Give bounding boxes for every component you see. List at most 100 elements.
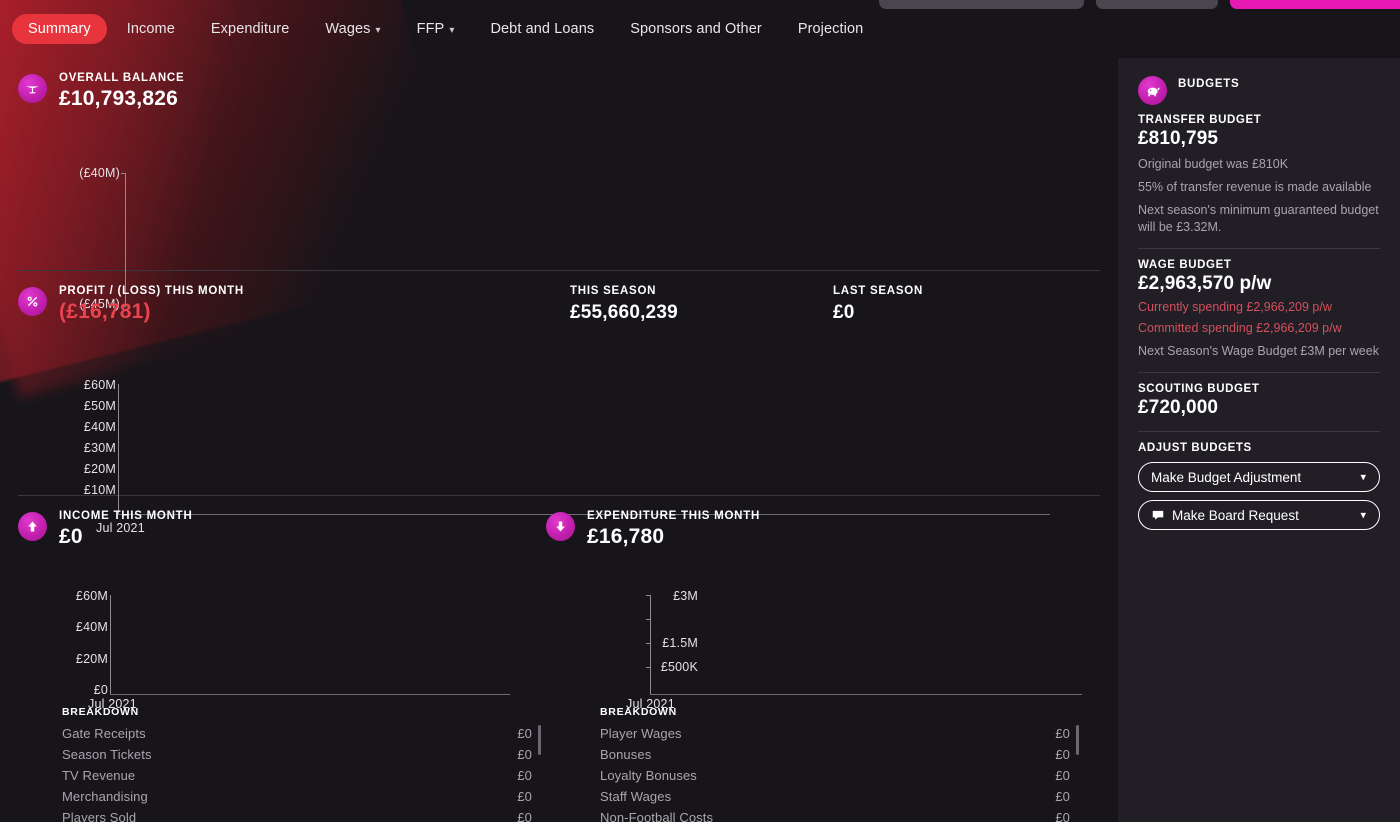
list-item[interactable]: Season Tickets £0 — [62, 744, 532, 765]
expenditure-row-value: £0 — [1055, 726, 1070, 741]
top-chip-1[interactable] — [879, 0, 1084, 9]
wage-budget-value: £2,963,570 p/w — [1138, 273, 1272, 294]
last-season-label: Last Season — [833, 285, 924, 297]
arrow-up-icon — [18, 512, 47, 541]
list-item[interactable]: Players Sold £0 — [62, 807, 532, 822]
adjust-budgets-block: Adjust Budgets Make Budget Adjustment ▾ … — [1138, 442, 1380, 530]
last-season-stat: Last Season £0 — [833, 285, 923, 324]
this-season-value: £55,660,239 — [570, 302, 678, 323]
make-budget-adjustment-dropdown[interactable]: Make Budget Adjustment ▾ — [1138, 462, 1380, 492]
exp-tick-1 — [646, 619, 650, 620]
top-chip-continue[interactable] — [1230, 0, 1400, 9]
expenditure-block: Expenditure This Month £16,780 £3M £1.5M… — [540, 510, 1082, 822]
income-row-name: TV Revenue — [62, 768, 136, 783]
tab-ffp-label: FFP — [416, 21, 445, 37]
budgets-title: Budgets — [1178, 78, 1240, 90]
list-item[interactable]: Merchandising £0 — [62, 786, 532, 807]
income-row-value: £0 — [517, 747, 532, 762]
expenditure-row-value: £0 — [1055, 789, 1070, 804]
expenditure-row-name: Bonuses — [600, 747, 652, 762]
expenditure-breakdown-scrollbar[interactable] — [1076, 725, 1079, 755]
balance-scales-icon — [18, 74, 47, 103]
tab-summary[interactable]: Summary — [12, 14, 107, 44]
finances-summary-screen: Summary Income Expenditure Wages ▾ FFP ▾… — [0, 0, 1400, 822]
income-chart: £60M £40M £20M £0 Jul 2021 — [0, 549, 540, 711]
inc-ytick-0: £60M — [75, 589, 108, 603]
list-item[interactable]: Non-Football Costs £0 — [600, 807, 1070, 822]
expenditure-row-value: £0 — [1055, 810, 1070, 822]
main-content: Overall Balance £10,793,826 (£40M) (£45M… — [0, 58, 1118, 822]
chevron-down-icon: ▾ — [449, 24, 455, 36]
profit-loss-label: Profit / (Loss) This Month — [59, 285, 244, 297]
overall-balance-chart: (£40M) (£45M) — [0, 111, 1100, 311]
tab-wages-label: Wages — [325, 21, 371, 37]
tab-sponsors-and-other-label: Sponsors and Other — [630, 21, 762, 37]
transfer-budget-value: £810,795 — [1138, 128, 1219, 149]
overall-balance-label: Overall Balance — [59, 72, 185, 84]
tab-expenditure-label: Expenditure — [210, 21, 290, 37]
tab-summary-label: Summary — [28, 21, 91, 37]
budgets-header: Budgets — [1138, 74, 1380, 105]
expenditure-value: £16,780 — [587, 525, 665, 548]
inc-ytick-3: £0 — [93, 683, 108, 697]
balance-ytick-0: (£40M) — [79, 166, 120, 180]
inc-y-axis — [110, 595, 111, 694]
tab-debt-and-loans[interactable]: Debt and Loans — [474, 14, 610, 44]
wage-budget-warning-1: Committed spending £2,966,209 p/w — [1138, 321, 1342, 335]
tab-sponsors-and-other[interactable]: Sponsors and Other — [614, 14, 778, 44]
income-block: Income This Month £0 £60M £40M £20M £0 J… — [0, 510, 541, 822]
income-expenditure-section: Income This Month £0 £60M £40M £20M £0 J… — [0, 496, 1100, 822]
expenditure-header: Expenditure This Month £16,780 — [540, 510, 1080, 549]
exp-tick-3 — [646, 667, 650, 668]
expenditure-row-value: £0 — [1055, 768, 1070, 783]
expenditure-row-name: Loyalty Bonuses — [600, 768, 697, 783]
income-row-value: £0 — [517, 810, 532, 822]
exp-x-axis — [650, 694, 1082, 695]
income-row-value: £0 — [517, 768, 532, 783]
list-item[interactable]: Bonuses £0 — [600, 744, 1070, 765]
profit-loss-section: Profit / (Loss) This Month (£16,781) Thi… — [0, 271, 1100, 535]
transfer-budget-note-0: Original budget was £810K — [1138, 157, 1289, 171]
tab-income-label: Income — [126, 21, 175, 37]
exp-ytick-2: £500K — [660, 660, 698, 674]
exp-tick-2 — [646, 643, 650, 644]
income-breakdown-list[interactable]: Gate Receipts £0 Season Tickets £0 TV Re… — [62, 723, 541, 822]
list-item[interactable]: TV Revenue £0 — [62, 765, 532, 786]
tab-ffp[interactable]: FFP ▾ — [401, 14, 471, 44]
income-row-name: Merchandising — [62, 789, 148, 804]
list-item[interactable]: Player Wages £0 — [600, 723, 1070, 744]
income-row-name: Gate Receipts — [62, 726, 146, 741]
income-breakdown-title: Breakdown — [62, 706, 139, 718]
adjust-budgets-label: Adjust Budgets — [1138, 442, 1252, 454]
last-season-value: £0 — [833, 302, 855, 323]
tab-projection[interactable]: Projection — [782, 14, 879, 44]
list-item[interactable]: Loyalty Bonuses £0 — [600, 765, 1070, 786]
list-item[interactable]: Staff Wages £0 — [600, 786, 1070, 807]
scouting-budget-value: £720,000 — [1138, 397, 1219, 418]
tab-wages[interactable]: Wages ▾ — [309, 14, 396, 44]
wage-budget-note-0: Next Season's Wage Budget £3M per week — [1138, 344, 1379, 358]
tab-income[interactable]: Income — [111, 14, 191, 44]
exp-ytick-1: £1.5M — [662, 636, 698, 650]
tab-expenditure[interactable]: Expenditure — [195, 14, 306, 44]
sidebar-divider-1 — [1138, 248, 1380, 249]
expenditure-breakdown-list[interactable]: Player Wages £0 Bonuses £0 Loyalty Bonus… — [600, 723, 1079, 822]
income-row-name: Players Sold — [62, 810, 137, 822]
pl-ytick-2: £40M — [83, 420, 116, 434]
income-row-value: £0 — [517, 789, 532, 804]
chevron-down-icon: ▾ — [375, 24, 381, 36]
list-item[interactable]: Gate Receipts £0 — [62, 723, 532, 744]
inc-ytick-1: £40M — [75, 620, 108, 634]
pl-ytick-1: £50M — [83, 399, 116, 413]
chevron-down-icon: ▾ — [1360, 471, 1366, 484]
income-row-value: £0 — [517, 726, 532, 741]
pl-ytick-0: £60M — [83, 378, 116, 392]
exp-tick-0 — [646, 595, 650, 596]
transfer-budget-label: Transfer Budget — [1138, 114, 1262, 126]
profit-loss-header: Profit / (Loss) This Month (£16,781) — [0, 285, 1100, 324]
make-board-request-dropdown[interactable]: Make Board Request ▾ — [1138, 500, 1380, 530]
top-chip-2[interactable] — [1096, 0, 1218, 9]
make-board-request-label: Make Board Request — [1172, 507, 1299, 523]
wage-budget-label: Wage Budget — [1138, 259, 1232, 271]
piggy-bank-icon — [1138, 76, 1167, 105]
